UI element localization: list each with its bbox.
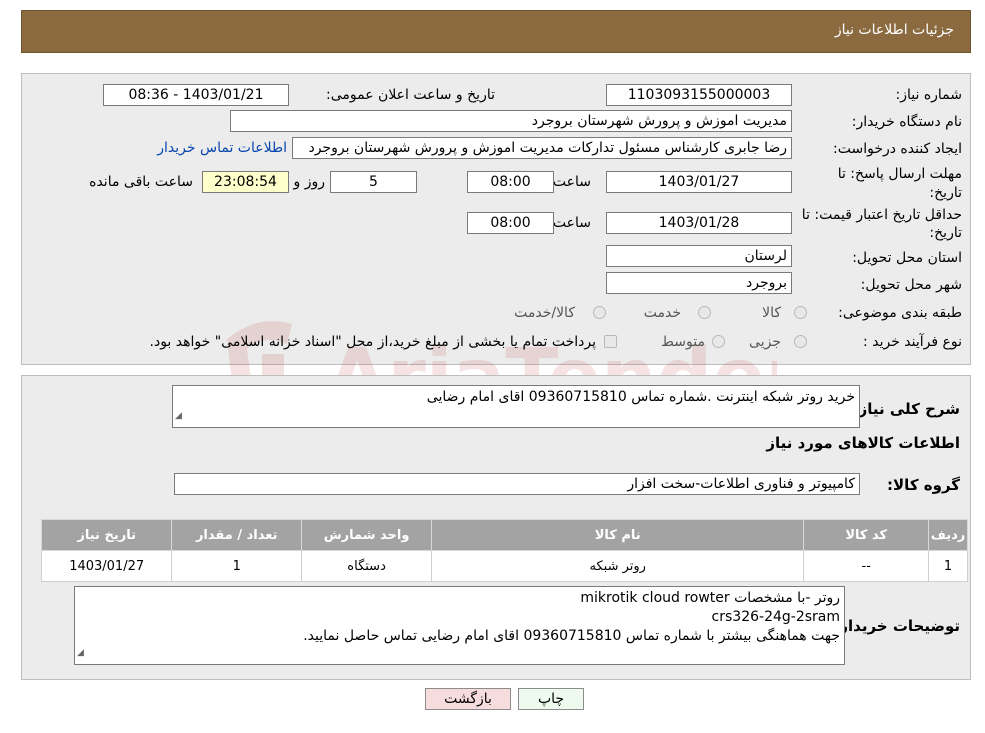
goods-group-field: کامپیوتر و فناوری اطلاعات-سخت افزار (174, 473, 860, 495)
deadline-date-field: 1403/01/27 (606, 171, 792, 193)
buyer-org-label: نام دستگاه خریدار: (851, 114, 962, 130)
days-field: 5 (330, 171, 417, 193)
deadline-time-field: 08:00 (467, 171, 554, 193)
cell-code: -- (803, 550, 930, 582)
category-goods-service-radio[interactable] (593, 306, 606, 319)
process-medium-label: متوسط (661, 334, 705, 350)
col-date: تاریخ نیاز (40, 519, 173, 551)
buyer-notes-field: روتر -با مشخصات mikrotik cloud rowter cr… (74, 586, 845, 665)
need-number-label: شماره نیاز: (895, 87, 963, 103)
goods-info-title: اطلاعات کالاهای مورد نیاز (766, 434, 960, 452)
category-goods-label: کالا (762, 305, 781, 321)
category-service-radio[interactable] (698, 306, 711, 319)
validity-label-1: حداقل تاریخ اعتبار قیمت: تا (801, 207, 962, 223)
buyer-notes-label: توضیحات خریدار: (833, 617, 960, 635)
remaining-time-field: 23:08:54 (202, 171, 289, 193)
deadline-time-label: ساعت (552, 174, 591, 190)
col-name: نام کالا (431, 519, 805, 551)
cell-unit: دستگاه (301, 550, 433, 582)
deadline-label-2: تاریخ: (929, 185, 962, 201)
col-unit: واحد شمارش (301, 519, 433, 551)
announce-field: 1403/01/21 - 08:36 (103, 84, 289, 106)
resize-handle-icon[interactable]: ◢ (77, 644, 84, 663)
back-button[interactable]: بازگشت (425, 688, 511, 710)
cell-name: روتر شبکه (431, 550, 805, 582)
validity-date-field: 1403/01/28 (606, 212, 792, 234)
validity-time-field: 08:00 (467, 212, 554, 234)
category-service-label: خدمت (643, 305, 681, 321)
col-row: ردیف (928, 519, 968, 551)
buyer-notes-line-1: روتر -با مشخصات mikrotik cloud rowter (580, 590, 840, 606)
process-minor-label: جزیی (749, 334, 781, 350)
cell-row: 1 (928, 550, 968, 582)
province-field: لرستان (606, 245, 792, 267)
validity-time-label: ساعت (552, 215, 591, 231)
description-label: شرح کلی نیاز: (852, 400, 960, 418)
buyer-notes-line-2: crs326-24g-2sram (711, 609, 840, 625)
description-field: خرید روتر شبکه اینترنت .شماره تماس 09360… (172, 385, 860, 428)
category-goods-service-label: کالا/خدمت (514, 305, 575, 321)
table-row: 1 -- روتر شبکه دستگاه 1 1403/01/27 (40, 550, 968, 582)
details-panel: شرح کلی نیاز: خرید روتر شبکه اینترنت .شم… (21, 375, 971, 680)
col-code: کد کالا (803, 519, 930, 551)
print-button[interactable]: چاپ (518, 688, 584, 710)
goods-table: ردیف کد کالا نام کالا واحد شمارش تعداد /… (40, 519, 968, 582)
process-label: نوع فرآیند خرید : (863, 334, 962, 350)
city-field: بروجرد (606, 272, 792, 294)
resize-handle-icon[interactable]: ◢ (175, 407, 182, 426)
process-note: پرداخت تمام یا بخشی از مبلغ خرید،از محل … (149, 334, 596, 350)
table-header-row: ردیف کد کالا نام کالا واحد شمارش تعداد /… (40, 519, 968, 551)
col-qty: تعداد / مقدار (171, 519, 303, 551)
validity-label-2: تاریخ: (929, 225, 962, 241)
buyer-org-field: مدیریت اموزش و پرورش شهرستان بروجرد (230, 110, 792, 132)
goods-group-label: گروه کالا: (887, 476, 960, 494)
buyer-contact-link[interactable]: اطلاعات تماس خریدار (157, 140, 287, 156)
page-title: جزئیات اطلاعات نیاز (834, 22, 954, 38)
category-goods-radio[interactable] (794, 306, 807, 319)
cell-date: 1403/01/27 (40, 550, 173, 582)
description-text: خرید روتر شبکه اینترنت .شماره تماس 09360… (426, 389, 855, 405)
remaining-label: ساعت باقی مانده (89, 174, 193, 190)
creator-field: رضا جابری کارشناس مسئول تدارکات مدیریت ا… (292, 137, 792, 159)
process-minor-radio[interactable] (794, 335, 807, 348)
buyer-notes-line-3: جهت هماهنگی بیشتر با شماره تماس 09360715… (303, 628, 840, 644)
treasury-checkbox[interactable] (604, 335, 617, 348)
category-label: طبقه بندی موضوعی: (838, 305, 962, 321)
announce-label: تاریخ و ساعت اعلان عمومی: (326, 87, 495, 103)
need-number-field: 1103093155000003 (606, 84, 792, 106)
deadline-label-1: مهلت ارسال پاسخ: تا (837, 166, 962, 182)
cell-qty: 1 (171, 550, 303, 582)
creator-label: ایجاد کننده درخواست: (833, 141, 962, 157)
days-label: روز و (293, 174, 326, 190)
page-header: جزئیات اطلاعات نیاز (21, 10, 971, 53)
process-medium-radio[interactable] (712, 335, 725, 348)
city-label: شهر محل تحویل: (860, 277, 962, 293)
need-info-panel: AriaTender.neT شماره نیاز: 1103093155000… (21, 73, 984, 424)
province-label: استان محل تحویل: (852, 250, 962, 266)
